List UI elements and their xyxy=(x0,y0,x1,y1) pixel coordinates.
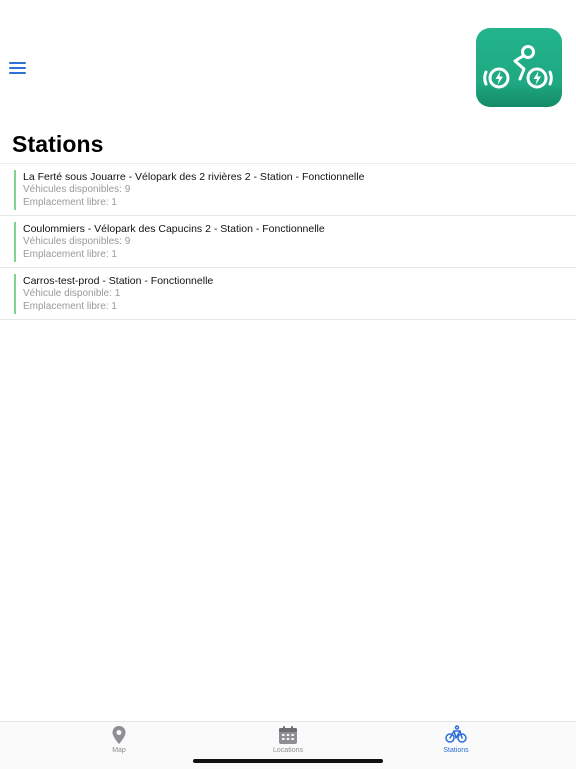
tab-map[interactable]: Map xyxy=(79,725,159,754)
available-vehicles: Véhicules disponibles: 9 xyxy=(23,236,131,247)
station-name: Coulommiers - Vélopark des Capucins 2 - … xyxy=(23,223,325,235)
calendar-icon xyxy=(279,726,297,744)
page-title: Stations xyxy=(12,131,104,157)
status-indicator xyxy=(14,222,16,262)
station-row[interactable]: Coulommiers - Vélopark des Capucins 2 - … xyxy=(0,216,576,268)
bicycle-icon xyxy=(445,725,467,743)
tab-stations[interactable]: Stations xyxy=(416,725,496,754)
station-name: Carros-test-prod - Station - Fonctionnel… xyxy=(23,275,214,287)
free-slots: Emplacement libre: 1 xyxy=(23,197,117,208)
station-name: La Ferté sous Jouarre - Vélopark des 2 r… xyxy=(23,171,365,183)
map-pin-icon xyxy=(112,726,126,744)
tab-label: Locations xyxy=(273,747,303,754)
status-indicator xyxy=(14,274,16,314)
station-list: La Ferté sous Jouarre - Vélopark des 2 r… xyxy=(0,163,576,320)
status-indicator xyxy=(14,170,16,210)
available-vehicles: Véhicule disponible: 1 xyxy=(23,288,121,299)
tab-label: Map xyxy=(112,747,126,754)
tab-locations[interactable]: Locations xyxy=(248,725,328,754)
menu-icon[interactable] xyxy=(9,62,26,74)
free-slots: Emplacement libre: 1 xyxy=(23,249,117,260)
electric-bike-icon xyxy=(483,45,553,89)
home-indicator xyxy=(193,759,383,763)
app-logo xyxy=(476,28,562,107)
tab-label: Stations xyxy=(443,747,469,754)
free-slots: Emplacement libre: 1 xyxy=(23,301,117,312)
station-row[interactable]: La Ferté sous Jouarre - Vélopark des 2 r… xyxy=(0,164,576,216)
available-vehicles: Véhicules disponibles: 9 xyxy=(23,184,131,195)
station-row[interactable]: Carros-test-prod - Station - Fonctionnel… xyxy=(0,268,576,320)
